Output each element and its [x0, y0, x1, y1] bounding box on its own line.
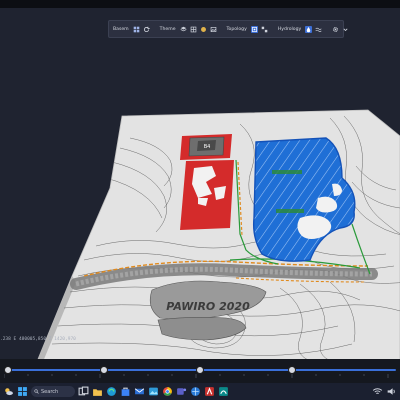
window-top-strip [0, 0, 400, 8]
map-3d-viewport[interactable]: B4 PAWIRO 2020 [0, 38, 400, 364]
water-label-chip [276, 209, 304, 213]
timeline-marker[interactable] [288, 366, 296, 374]
restricted-zone[interactable] [180, 160, 234, 230]
gis-app-icon[interactable] [190, 386, 201, 397]
building-label: B4 [204, 144, 211, 150]
theme-grid-icon[interactable] [190, 26, 197, 33]
search-icon [34, 389, 39, 394]
photos-icon[interactable] [148, 386, 159, 397]
store-icon[interactable] [120, 386, 131, 397]
terrain-engraved-text: PAWIRO 2020 [166, 300, 250, 313]
teams-icon[interactable] [176, 386, 187, 397]
settings-gear-icon[interactable] [332, 26, 339, 33]
autocad-icon[interactable] [204, 386, 215, 397]
file-explorer-icon[interactable] [92, 386, 103, 397]
civil3d-icon[interactable] [218, 386, 229, 397]
theme-color-icon[interactable] [200, 26, 207, 33]
timeline-marker[interactable] [196, 366, 204, 374]
timeline-marker[interactable] [100, 366, 108, 374]
taskbar-search-box[interactable]: Search [31, 386, 75, 397]
theme-image-icon[interactable] [210, 26, 217, 33]
timeline-start-handle[interactable] [4, 366, 12, 374]
chevron-down-icon[interactable] [342, 26, 349, 33]
search-placeholder: Search [41, 388, 59, 395]
hydrology-flow-icon[interactable] [315, 26, 322, 33]
topology-active-icon[interactable] [250, 25, 258, 33]
start-menu-icon[interactable] [17, 386, 28, 397]
basemap-refresh-icon[interactable] [143, 26, 150, 33]
coordinate-readout: .238 E 480005,850 Z 1420,970 [0, 337, 76, 342]
basemap-label: Basem [113, 26, 129, 32]
mail-icon[interactable] [134, 386, 145, 397]
edge-browser-icon[interactable] [106, 386, 117, 397]
terrain-scene[interactable]: B4 PAWIRO 2020 [0, 38, 400, 364]
network-icon[interactable] [372, 386, 383, 397]
layer-toolbar: Basem Theme Topology Hydrology [108, 20, 348, 38]
volume-icon[interactable] [386, 386, 397, 397]
chrome-browser-icon[interactable] [162, 386, 173, 397]
timeline-bar[interactable] [0, 359, 400, 383]
topology-label: Topology [226, 26, 247, 32]
windows-taskbar: Search [0, 383, 400, 400]
theme-label: Theme [159, 26, 176, 32]
hydrology-label: Hydrology [277, 26, 302, 32]
task-view-icon[interactable] [78, 386, 89, 397]
basemap-grid-icon[interactable] [133, 26, 140, 33]
weather-icon[interactable] [3, 386, 14, 397]
hydrology-water-icon[interactable] [305, 25, 313, 33]
system-tray [372, 386, 397, 397]
water-label-chip [272, 170, 302, 174]
topology-grid-icon[interactable] [261, 26, 268, 33]
timeline-ticks [4, 374, 389, 378]
theme-layers-icon[interactable] [180, 26, 187, 33]
